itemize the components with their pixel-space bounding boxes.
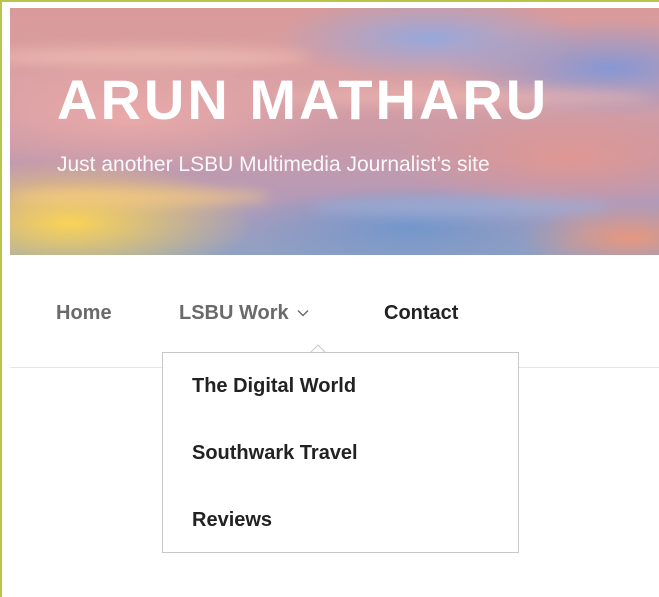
page-frame: ARUN MATHARU Just another LSBU Multimedi… [0, 0, 659, 597]
site-title[interactable]: ARUN MATHARU [57, 72, 549, 128]
submenu-dropdown: The Digital World Southwark Travel Revie… [162, 352, 519, 553]
submenu-item-southwark-travel[interactable]: Southwark Travel [192, 442, 358, 465]
site-tagline: Just another LSBU Multimedia Journalist’… [57, 153, 490, 176]
nav-item-label: LSBU Work [179, 302, 289, 324]
site-header-banner: ARUN MATHARU Just another LSBU Multimedi… [10, 8, 659, 255]
sky-streak [310, 198, 610, 216]
submenu-item-the-digital-world[interactable]: The Digital World [192, 375, 356, 398]
nav-item-contact[interactable]: Contact [384, 302, 458, 325]
sky-streak [10, 188, 270, 206]
nav-item-lsbu-work[interactable]: LSBU Work [179, 302, 309, 325]
nav-item-home[interactable]: Home [56, 302, 112, 325]
chevron-down-icon [297, 300, 309, 323]
sky-streak [10, 48, 310, 66]
submenu-item-reviews[interactable]: Reviews [192, 509, 272, 532]
